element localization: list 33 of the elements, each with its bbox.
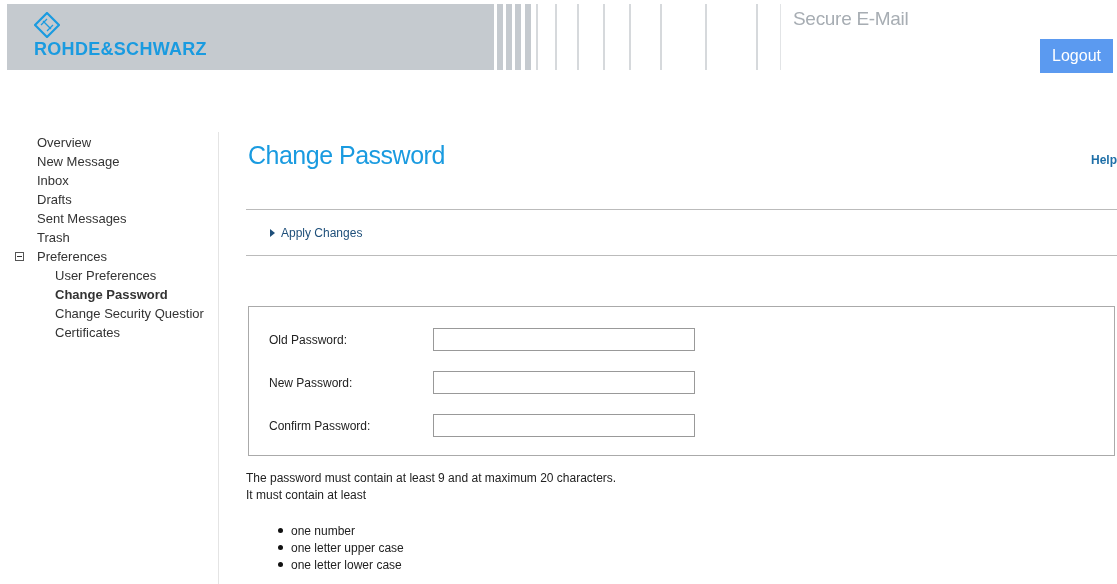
triangle-icon (270, 228, 275, 237)
sidebar-item[interactable]: New Message (37, 154, 120, 169)
sidebar-item[interactable]: Trash (37, 230, 70, 245)
app-title: Secure E-Mail (793, 8, 909, 30)
bullet-icon (278, 545, 283, 550)
rule-item: one number (291, 523, 356, 538)
sidebar-item[interactable]: Certificates (55, 325, 121, 340)
bullet-icon (278, 562, 283, 567)
password-field[interactable] (433, 371, 695, 394)
help-link[interactable]: Help (1091, 153, 1117, 167)
field-label: Confirm Password: (269, 418, 372, 433)
rule-item: one letter upper case (291, 540, 404, 555)
sidebar-item[interactable]: Preferences (37, 249, 108, 264)
apply-changes-link[interactable]: Apply Changes (270, 225, 363, 240)
password-field[interactable] (433, 328, 695, 351)
logo-wordmark: ROHDE&SCHWARZ (34, 40, 207, 58)
sidebar-item[interactable]: User Preferences (55, 268, 157, 283)
sidebar-item[interactable]: Drafts (37, 192, 72, 207)
sidebar-item[interactable]: Inbox (37, 173, 69, 188)
bullet-icon (278, 528, 283, 533)
field-label: New Password: (269, 375, 354, 390)
sidebar-item[interactable]: Change Password (55, 287, 168, 302)
password-field[interactable] (433, 414, 695, 437)
field-label: Old Password: (269, 332, 349, 347)
password-rule-text: The password must contain at least 9 and at maximum 20 characters. (246, 470, 618, 487)
page-title: Change Password (248, 140, 445, 170)
sidebar-item[interactable]: Overview (37, 135, 92, 150)
collapse-icon[interactable] (15, 252, 24, 261)
sidebar-item[interactable]: Sent Messages (37, 211, 127, 226)
sidebar-item[interactable]: Change Security Questior (55, 306, 204, 321)
diamond-logo-icon (34, 12, 60, 38)
rule-item: one letter lower case (291, 557, 402, 572)
password-rule-text: It must contain at least (246, 487, 368, 504)
